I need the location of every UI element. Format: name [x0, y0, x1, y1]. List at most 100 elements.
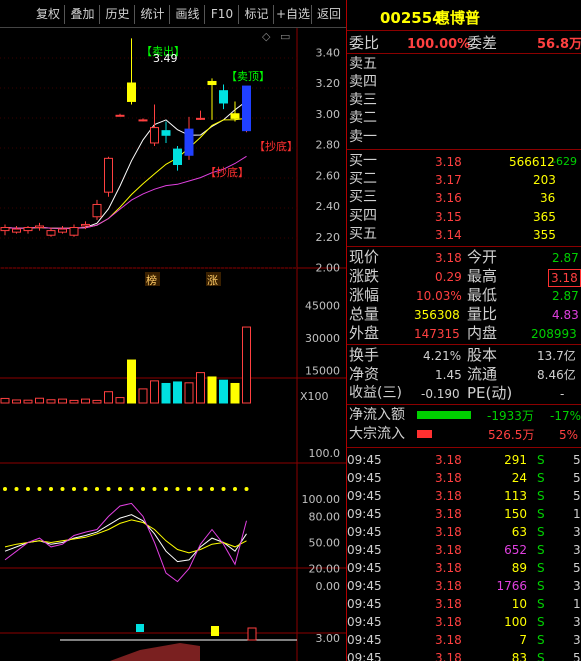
candle-body	[104, 157, 113, 193]
net-inflow-percent: -17%	[550, 409, 581, 423]
tick-row: 09:45 3.18 24 S 5	[347, 470, 581, 488]
weibi-label: 委比	[349, 34, 380, 52]
draw-line-button[interactable]: 画线	[171, 5, 205, 24]
candle-body	[242, 85, 251, 132]
indicator-dot	[83, 487, 88, 491]
tick-row: 09:45 3.18 89 S 5	[347, 560, 581, 578]
history-button[interactable]: 历史	[101, 5, 135, 24]
volume-bar	[138, 388, 148, 404]
volume-bar	[81, 398, 90, 404]
toolbar: 复权 叠加 历史 统计 画线 F10 标记 +自选 返回	[0, 0, 346, 28]
ma5-line	[4, 100, 247, 229]
net-inflow-value: -1933万	[487, 409, 534, 423]
bid-row-volume: 365	[533, 210, 556, 224]
lower-candle	[211, 626, 219, 636]
volume-bar	[150, 380, 159, 404]
change-value: 0.29	[435, 270, 462, 284]
weicha-value: 56.8万	[537, 37, 581, 52]
inner-volume: 208993	[531, 327, 577, 341]
stat-label: 最低	[467, 286, 498, 304]
net-inflow-bar	[417, 411, 471, 419]
price-tick-label: 3.20	[316, 77, 341, 90]
stat-label: 涨幅	[349, 286, 380, 304]
low-price: 2.87	[552, 289, 579, 303]
indicator-dot	[141, 487, 145, 491]
tick-n: 5	[573, 489, 581, 503]
tick-price: 3.18	[435, 489, 462, 503]
tick-price: 3.18	[435, 507, 462, 521]
f10-button[interactable]: F10	[206, 5, 239, 24]
overlay-button[interactable]: 叠加	[66, 5, 100, 24]
outer-volume: 147315	[414, 327, 460, 341]
price-tick-label: 2.60	[316, 169, 341, 182]
volume-bar	[127, 359, 136, 404]
tick-time: 09:45	[347, 543, 382, 557]
indicator-dot	[221, 487, 226, 491]
indicator-dot	[26, 487, 30, 491]
statistics-button[interactable]: 统计	[136, 5, 170, 24]
bid-row-volume: 203	[533, 173, 556, 187]
indicator-dot	[106, 487, 111, 491]
candle-body	[115, 114, 125, 117]
sell-top-signal: 【卖顶】	[226, 70, 270, 83]
price-tick-label: 2.80	[316, 139, 341, 152]
change-percent: 10.03%	[416, 289, 462, 303]
tick-vol: 150	[504, 507, 527, 521]
fuquan-button[interactable]: 复权	[32, 5, 65, 24]
tick-bs: S	[537, 471, 545, 485]
ask-row-label: 卖四	[349, 74, 377, 90]
tick-time: 09:45	[347, 561, 382, 575]
candle-body	[196, 117, 205, 120]
tick-price: 3.18	[435, 453, 462, 467]
back-button[interactable]: 返回	[313, 5, 345, 24]
add-favorite-button[interactable]: +自选	[275, 5, 312, 24]
mark-button[interactable]: 标记	[240, 5, 274, 24]
stat-label: 流通	[467, 365, 498, 383]
block-inflow-label: 大宗流入	[349, 426, 405, 442]
candle-body	[35, 225, 44, 229]
stat-label: 收益(三)	[349, 385, 402, 401]
lower-candle	[136, 624, 144, 632]
indicator-dot	[175, 487, 180, 491]
volume-bar	[92, 399, 102, 404]
block-inflow-bar	[417, 430, 432, 438]
stat-label: 量比	[467, 305, 498, 323]
candle-body	[150, 127, 159, 144]
indicator-dot	[244, 487, 249, 491]
volume-ratio: 4.83	[552, 308, 579, 322]
tick-bs: S	[537, 597, 545, 611]
candle-body	[0, 227, 10, 232]
tick-row: 09:45 3.18 291 S 5	[347, 452, 581, 470]
bid-row-change: -629	[552, 155, 577, 168]
candle-body	[127, 82, 136, 102]
candle-body	[207, 80, 217, 86]
candle-body	[69, 227, 79, 236]
bid-row-price: 3.18	[435, 155, 462, 169]
tick-time: 09:45	[347, 489, 382, 503]
ask-row-label: 卖二	[349, 110, 377, 126]
indicator-dot	[60, 487, 65, 491]
tick-time: 09:45	[347, 579, 382, 593]
float-shares: 8.46亿	[537, 368, 576, 382]
volume-bar	[0, 397, 10, 404]
share-capital: 13.7亿	[537, 349, 576, 363]
weibi-value: 100.00%	[407, 37, 471, 52]
tick-time: 09:45	[347, 615, 382, 629]
volume-tick-label: 30000	[305, 332, 340, 345]
signal-annotations: 【卖顶】【抄底】【抄底】【卖出】3.49榜 涨◇ ▭	[141, 30, 298, 287]
stat-label: PE(动)	[467, 384, 513, 402]
volume-bar	[242, 326, 251, 404]
tick-row: 09:45 3.18 100 S 3	[347, 614, 581, 632]
tick-n: 5	[573, 471, 581, 485]
tick-time: 09:45	[347, 471, 382, 485]
kline-chart-area[interactable]: 3.40 3.20 3.00 2.80 2.60 2.40 2.20 2.00 45000 300…	[0, 28, 346, 661]
tick-time: 09:45	[347, 597, 382, 611]
tick-row: 09:45 3.18 7 S 3	[347, 632, 581, 650]
volume-bar	[219, 379, 228, 404]
tick-bs: S	[537, 633, 545, 647]
tick-row: 09:45 3.18 10 S 1	[347, 596, 581, 614]
volume-bar	[161, 382, 171, 404]
bid-row-label: 买二	[349, 171, 377, 187]
candle-body	[81, 223, 90, 227]
indicator-dot	[152, 487, 157, 491]
